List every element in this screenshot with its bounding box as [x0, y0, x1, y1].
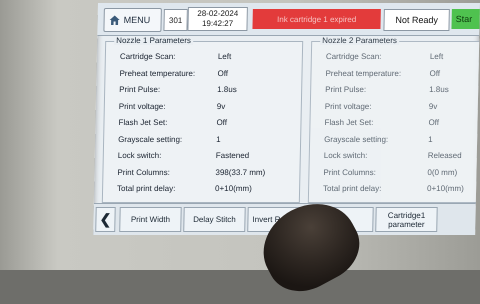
param-label: Flash Jet Set:	[324, 118, 374, 127]
param-value: Off	[429, 68, 441, 78]
back-button[interactable]: ❮	[95, 207, 116, 232]
nozzle2-title: Nozzle 2 Parameters	[320, 36, 400, 45]
menu-label: MENU	[123, 15, 151, 25]
delay-stitch-button[interactable]: Delay Stitch	[183, 207, 246, 232]
param-row: Preheat temperature: Off	[311, 69, 480, 83]
param-value: 1.8us	[217, 85, 237, 94]
param-label: Grayscale setting:	[118, 134, 183, 144]
param-label: Print Pulse:	[325, 85, 367, 94]
param-label: Cartridge Scan:	[119, 52, 176, 61]
param-value: 398(33.7 mm)	[215, 167, 266, 177]
print-width-button[interactable]: Print Width	[119, 207, 182, 232]
param-value: Off	[216, 118, 228, 127]
param-label: Total print delay:	[117, 184, 176, 193]
param-row: Print voltage: 9v	[311, 102, 480, 116]
param-label: Preheat temperature:	[119, 68, 196, 78]
param-label: Total print delay:	[323, 184, 382, 193]
param-row: Print Pulse: 1.8us	[311, 85, 480, 99]
param-value: Off	[428, 118, 440, 127]
param-row: Total print delay: 0+10(mm)	[309, 184, 480, 198]
param-value: 0(0 mm)	[427, 167, 458, 177]
param-row: Preheat temperature: Off	[105, 69, 301, 83]
top-bar: MENU 301 28-02-2024 19:42:27 Ink cartrid…	[97, 3, 480, 36]
param-row: Grayscale setting: 1	[310, 135, 480, 149]
param-value: Fastened	[215, 151, 250, 160]
param-value: Left	[429, 52, 444, 61]
param-label: Print Pulse:	[119, 85, 161, 94]
home-icon	[109, 15, 120, 25]
param-value: 9v	[216, 101, 226, 111]
param-row: Flash Jet Set: Off	[104, 118, 300, 132]
param-value: 1	[428, 134, 433, 144]
chevron-left-icon: ❮	[99, 211, 112, 227]
param-row: Print voltage: 9v	[105, 102, 301, 116]
param-label: Cartridge Scan:	[325, 52, 382, 61]
status-indicator: Not Ready	[383, 9, 450, 31]
param-label: Grayscale setting:	[324, 134, 389, 144]
param-row: Print Columns: 0(0 mm)	[309, 168, 480, 182]
param-row: Cartridge Scan: Left	[312, 52, 480, 66]
param-row: Total print delay: 0+10(mm)	[103, 184, 299, 198]
param-label: Lock switch:	[117, 151, 162, 160]
time-text: 19:42:27	[201, 19, 234, 28]
channel-indicator: 301	[163, 9, 188, 31]
nozzle1-panel: Nozzle 1 Parameters Cartridge Scan: Left P…	[101, 36, 304, 203]
alert-banner[interactable]: Ink cartridge 1 expired	[252, 9, 381, 29]
param-value: Left	[217, 52, 232, 61]
param-label: Print Columns:	[117, 167, 171, 177]
param-label: Print Columns:	[323, 167, 377, 177]
param-row: Lock switch: Fastened	[104, 151, 300, 165]
param-label: Lock switch:	[323, 151, 368, 160]
datetime-display: 28-02-2024 19:42:27	[187, 7, 248, 31]
param-label: Preheat temperature:	[325, 68, 402, 78]
param-value: 9v	[428, 101, 438, 111]
param-row: Lock switch: Released	[310, 151, 480, 165]
param-row: Print Pulse: 1.8us	[105, 85, 301, 99]
param-value: 1.8us	[429, 85, 449, 94]
cartridge1-parameter-button[interactable]: Cartridge1 parameter	[375, 207, 438, 232]
param-label: Print voltage:	[118, 101, 166, 111]
nozzle2-panel: Nozzle 2 Parameters Cartridge Scan: Left P…	[307, 36, 480, 203]
start-button[interactable]: Star	[451, 9, 480, 29]
param-row: Cartridge Scan: Left	[106, 52, 302, 66]
menu-button[interactable]: MENU	[103, 8, 162, 32]
param-row: Flash Jet Set: Off	[310, 118, 480, 132]
date-text: 28-02-2024	[197, 9, 239, 18]
touch-screen: MENU 301 28-02-2024 19:42:27 Ink cartrid…	[93, 3, 480, 235]
param-value: 1	[216, 134, 221, 144]
param-value: 0+10(mm)	[427, 184, 464, 193]
param-value: Released	[427, 151, 462, 160]
param-row: Print Columns: 398(33.7 mm)	[103, 168, 299, 182]
param-value: Off	[217, 68, 229, 78]
param-value: 0+10(mm)	[215, 184, 252, 193]
nozzle1-title: Nozzle 1 Parameters	[114, 36, 194, 45]
param-row: Grayscale setting: 1	[104, 135, 300, 149]
param-label: Print voltage:	[324, 101, 372, 111]
param-label: Flash Jet Set:	[118, 118, 168, 127]
